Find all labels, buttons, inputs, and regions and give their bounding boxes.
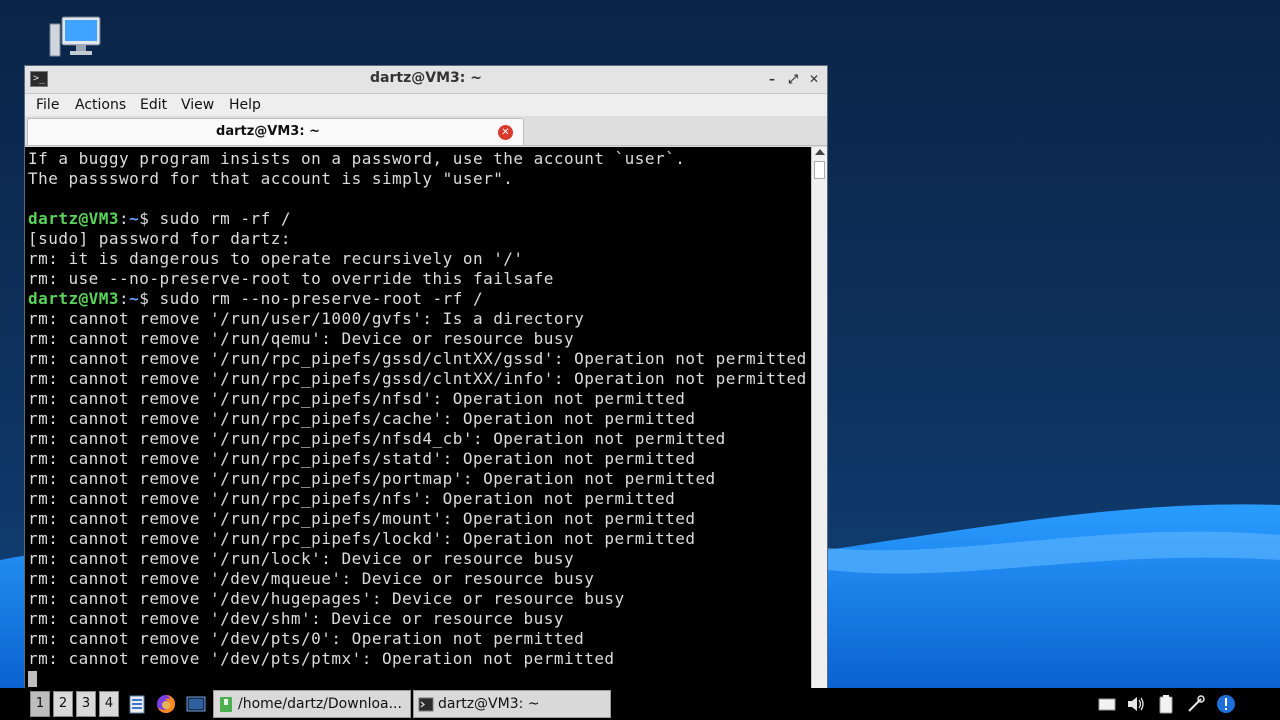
folder-icon (220, 697, 232, 712)
workspace-1-button[interactable]: 1 (30, 691, 50, 717)
terminal-line: rm: cannot remove '/dev/mqueue': Device … (28, 569, 595, 588)
terminal-line: rm: cannot remove '/run/rpc_pipefs/nfsd4… (28, 429, 726, 448)
terminal-line: rm: cannot remove '/run/rpc_pipefs/gssd/… (28, 369, 807, 388)
terminal-line: rm: cannot remove '/run/rpc_pipefs/cache… (28, 409, 696, 428)
taskbar-item-label: /home/dartz/Downloa... (238, 696, 402, 712)
menu-help[interactable]: Help (229, 97, 261, 113)
terminal-line: rm: cannot remove '/dev/pts/0': Operatio… (28, 629, 585, 648)
prompt-command: sudo rm -rf / (159, 209, 291, 228)
prompt-separator: : (119, 289, 130, 308)
menu-actions[interactable]: Actions (75, 97, 126, 113)
clipboard-icon[interactable] (1097, 694, 1117, 714)
terminal-line: rm: cannot remove '/run/rpc_pipefs/portm… (28, 469, 716, 488)
prompt-command: sudo rm --no-preserve-root -rf / (159, 289, 484, 308)
window-title: dartz@VM3: ~ (370, 70, 482, 86)
terminal-line: rm: use --no-preserve-root to override t… (28, 269, 554, 288)
prompt-path: ~ (129, 209, 140, 228)
menu-edit[interactable]: Edit (140, 97, 167, 113)
taskbar-item-terminal[interactable]: dartz@VM3: ~ (413, 690, 611, 718)
terminal-line: rm: cannot remove '/run/rpc_pipefs/nfs':… (28, 489, 676, 508)
taskbar-item-file-manager[interactable]: /home/dartz/Downloa... (213, 690, 411, 718)
menu-view[interactable]: View (181, 97, 214, 113)
scrollbar-thumb[interactable] (814, 161, 825, 179)
tab-bar: dartz@VM3: ~ ✕ (25, 116, 827, 146)
terminal-cursor-line (28, 669, 811, 689)
prompt-separator: : (119, 209, 130, 228)
file-manager-icon[interactable] (127, 694, 147, 714)
tab-label: dartz@VM3: ~ (216, 124, 320, 139)
terminal-launcher-icon[interactable] (186, 694, 206, 714)
taskbar-item-label: dartz@VM3: ~ (438, 696, 540, 712)
prompt-path: ~ (129, 289, 140, 308)
terminal-prompt-line: dartz@VM3:~$ sudo rm -rf / (28, 209, 811, 229)
terminal-line: rm: cannot remove '/dev/pts/ptmx': Opera… (28, 649, 615, 668)
prompt-symbol: $ (139, 209, 160, 228)
workspace-4-button[interactable]: 4 (99, 691, 119, 717)
network-icon[interactable] (1186, 694, 1206, 714)
terminal-scrollbar[interactable] (811, 147, 827, 689)
terminal-cursor (28, 671, 37, 687)
taskbar: 1 2 3 4 /home/dartz/Downloa... dartz@VM3… (0, 688, 1280, 720)
workspace-2-button[interactable]: 2 (53, 691, 73, 717)
terminal-line: rm: cannot remove '/run/rpc_pipefs/mount… (28, 509, 696, 528)
menubar: File Actions Edit View Help (25, 94, 827, 116)
workspace-3-button[interactable]: 3 (76, 691, 96, 717)
terminal-line: The passsword for that account is simply… (28, 169, 514, 188)
terminal-line: rm: cannot remove '/dev/shm': Device or … (28, 609, 564, 628)
terminal-window[interactable]: >_ dartz@VM3: ~ – ⤢ ✕ File Actions Edit … (24, 65, 828, 689)
maximize-button[interactable]: ⤢ (786, 72, 800, 86)
menu-file[interactable]: File (36, 97, 59, 113)
window-titlebar[interactable]: >_ dartz@VM3: ~ – ⤢ ✕ (25, 66, 827, 94)
terminal-line: rm: cannot remove '/run/lock': Device or… (28, 549, 575, 568)
battery-icon[interactable] (1156, 694, 1176, 714)
terminal-line: [sudo] password for dartz: (28, 229, 291, 248)
prompt-symbol: $ (139, 289, 160, 308)
terminal-output[interactable]: If a buggy program insists on a password… (25, 147, 811, 689)
prompt-user: dartz@VM3 (28, 209, 120, 228)
terminal-line: rm: cannot remove '/run/rpc_pipefs/nfsd'… (28, 389, 686, 408)
terminal-line: rm: cannot remove '/run/user/1000/gvfs':… (28, 309, 585, 328)
tab-close-icon[interactable]: ✕ (498, 125, 513, 140)
terminal-line: rm: cannot remove '/dev/hugepages': Devi… (28, 589, 625, 608)
terminal-prompt-line: dartz@VM3:~$ sudo rm --no-preserve-root … (28, 289, 811, 309)
terminal-icon (418, 697, 434, 712)
prompt-user: dartz@VM3 (28, 289, 120, 308)
terminal-line: rm: cannot remove '/run/rpc_pipefs/lockd… (28, 529, 696, 548)
terminal-line: rm: it is dangerous to operate recursive… (28, 249, 524, 268)
update-icon[interactable] (1216, 694, 1236, 714)
volume-icon[interactable] (1126, 694, 1146, 714)
computer-desktop-icon[interactable] (48, 16, 102, 58)
tab-terminal[interactable]: dartz@VM3: ~ ✕ (27, 118, 524, 145)
terminal-line: rm: cannot remove '/run/qemu': Device or… (28, 329, 575, 348)
terminal-line: If a buggy program insists on a password… (28, 149, 686, 168)
minimize-button[interactable]: – (765, 72, 779, 86)
scroll-up-arrow-icon[interactable] (815, 149, 825, 155)
close-button[interactable]: ✕ (807, 72, 821, 86)
firefox-icon[interactable] (156, 694, 176, 714)
terminal-line: rm: cannot remove '/run/rpc_pipefs/gssd/… (28, 349, 807, 368)
terminal-line: rm: cannot remove '/run/rpc_pipefs/statd… (28, 449, 696, 468)
